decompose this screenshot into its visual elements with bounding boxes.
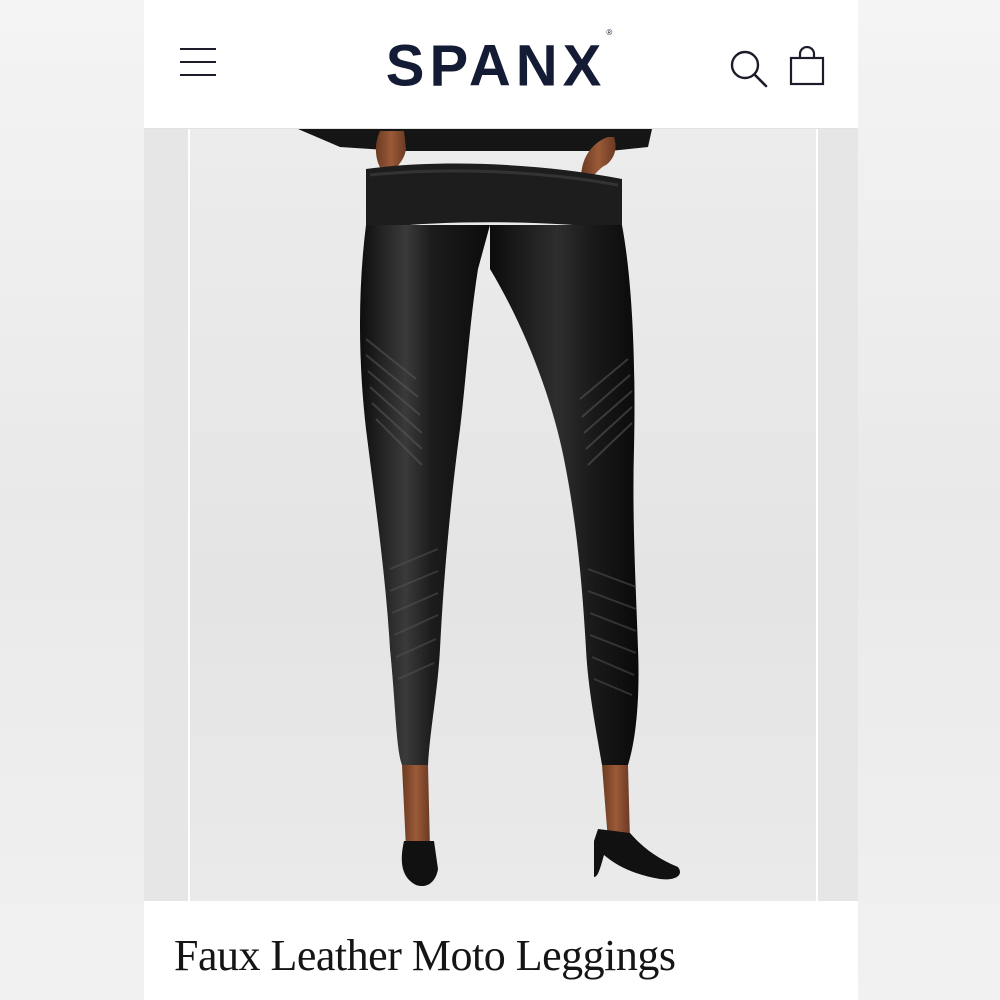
- product-title[interactable]: Faux Leather Moto Leggings: [174, 930, 676, 981]
- site-header: SPANX®: [144, 0, 858, 129]
- hamburger-menu-icon[interactable]: [180, 48, 218, 78]
- search-icon[interactable]: [729, 49, 769, 89]
- product-card: SPANX® Faux Leather Moto Leggings: [144, 0, 858, 1000]
- shopping-bag-icon[interactable]: [789, 45, 825, 86]
- left-backdrop: [0, 0, 144, 1000]
- brand-logo[interactable]: SPANX®: [349, 28, 649, 98]
- brand-name: SPANX: [385, 33, 607, 99]
- right-backdrop: [858, 0, 1000, 1000]
- registered-mark: ®: [606, 28, 613, 37]
- product-info: Faux Leather Moto Leggings: [144, 902, 858, 1000]
- product-photo: [188, 129, 818, 901]
- product-image[interactable]: [144, 129, 858, 901]
